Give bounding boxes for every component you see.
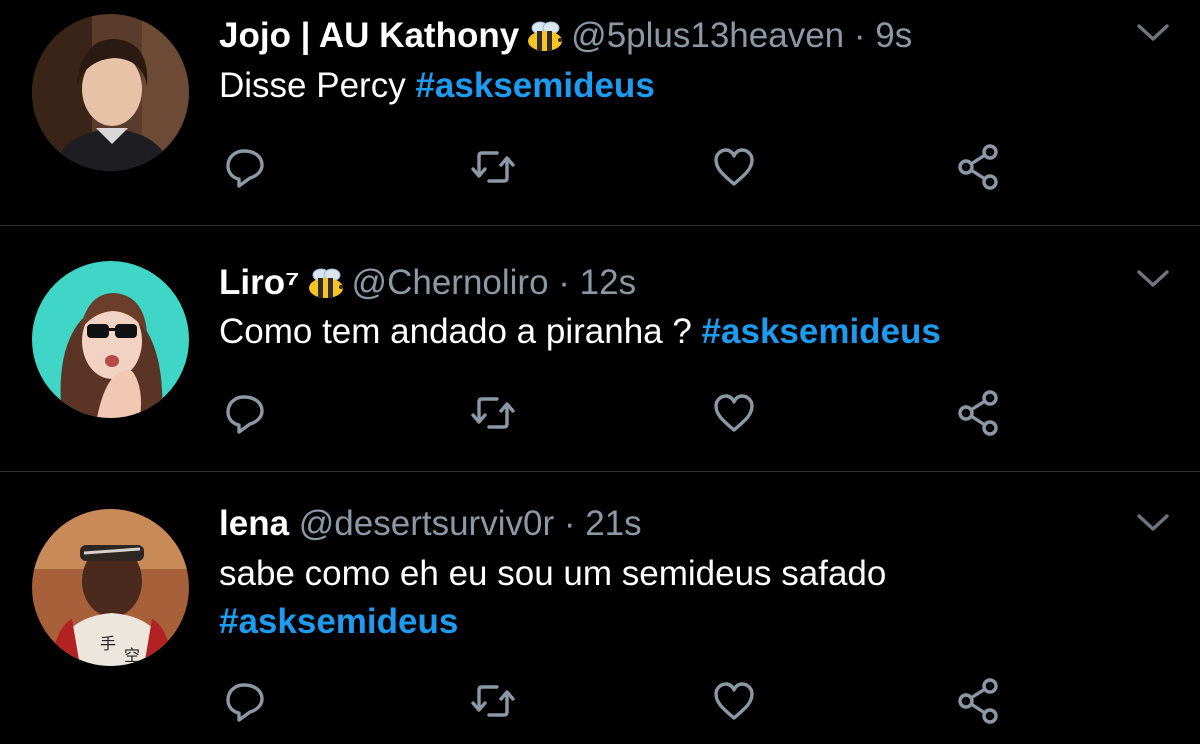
share-button[interactable] <box>950 139 1006 195</box>
tweet[interactable]: Jojo | AU Kathony @5plus13heaven · 9s Dis… <box>0 0 1200 225</box>
svg-text:空: 空 <box>124 646 140 665</box>
retweet-icon <box>465 139 521 195</box>
tweet[interactable]: Liro⁷ @Chernoliro · 12s Como tem andado a… <box>0 226 1200 471</box>
tweet-actions <box>0 385 1200 441</box>
reply-button[interactable] <box>217 673 273 729</box>
avatar-photo: 手 空 <box>32 509 189 666</box>
reply-icon <box>217 673 273 729</box>
tweet-actions <box>0 139 1200 195</box>
tweet-text: sabe como eh eu sou um semideus safado #… <box>219 550 1119 646</box>
retweet-button[interactable] <box>465 139 521 195</box>
like-button[interactable] <box>706 385 762 441</box>
tweet[interactable]: 手 空 lena @desertsurviv0r · 21s sabe como… <box>0 472 1200 744</box>
tweet-text: Como tem andado a piranha ? #asksemideus <box>219 308 1119 356</box>
avatar[interactable]: 手 空 <box>32 509 189 666</box>
timestamp[interactable]: 9s <box>875 16 912 55</box>
timestamp[interactable]: 12s <box>580 263 636 302</box>
display-name[interactable]: lena <box>219 504 289 543</box>
separator: · <box>563 504 576 543</box>
reply-button[interactable] <box>217 385 273 441</box>
tweet-text-content: Disse Percy <box>219 66 406 105</box>
chevron-down-icon[interactable] <box>1136 268 1170 290</box>
reply-icon <box>217 139 273 195</box>
tweet-actions <box>0 673 1200 729</box>
like-button[interactable] <box>706 673 762 729</box>
hashtag-link[interactable]: #asksemideus <box>219 602 458 641</box>
tweet-header: lena @desertsurviv0r · 21s <box>219 504 642 544</box>
reply-icon <box>217 385 273 441</box>
share-button[interactable] <box>950 673 1006 729</box>
tweet-text-content: sabe como eh eu sou um semideus safado <box>219 554 887 593</box>
tweet-header: Liro⁷ @Chernoliro · 12s <box>219 263 636 303</box>
tweet-text-content: Como tem andado a piranha ? <box>219 312 692 351</box>
like-button[interactable] <box>706 139 762 195</box>
username[interactable]: @5plus13heaven <box>571 16 844 55</box>
heart-icon <box>706 673 762 729</box>
bee-icon <box>525 19 565 53</box>
hashtag-link[interactable]: #asksemideus <box>702 312 941 351</box>
display-name[interactable]: Liro⁷ <box>219 263 300 302</box>
chevron-down-icon[interactable] <box>1136 22 1170 44</box>
tweet-text: Disse Percy #asksemideus <box>219 62 1119 110</box>
share-button[interactable] <box>950 385 1006 441</box>
retweet-icon <box>465 673 521 729</box>
retweet-button[interactable] <box>465 385 521 441</box>
svg-text:手: 手 <box>100 634 116 653</box>
reply-button[interactable] <box>217 139 273 195</box>
bee-icon <box>306 266 346 300</box>
chevron-down-icon[interactable] <box>1136 512 1170 534</box>
username[interactable]: @desertsurviv0r <box>299 504 554 543</box>
share-icon <box>950 139 1006 195</box>
timestamp[interactable]: 21s <box>585 504 641 543</box>
separator: · <box>558 263 570 302</box>
display-name[interactable]: Jojo | AU Kathony <box>219 16 519 55</box>
tweet-header: Jojo | AU Kathony @5plus13heaven · 9s <box>219 16 912 56</box>
username[interactable]: @Chernoliro <box>352 263 549 302</box>
hashtag-link[interactable]: #asksemideus <box>415 66 654 105</box>
retweet-icon <box>465 385 521 441</box>
separator: · <box>853 16 866 55</box>
heart-icon <box>706 139 762 195</box>
heart-icon <box>706 385 762 441</box>
retweet-button[interactable] <box>465 673 521 729</box>
share-icon <box>950 385 1006 441</box>
share-icon <box>950 673 1006 729</box>
